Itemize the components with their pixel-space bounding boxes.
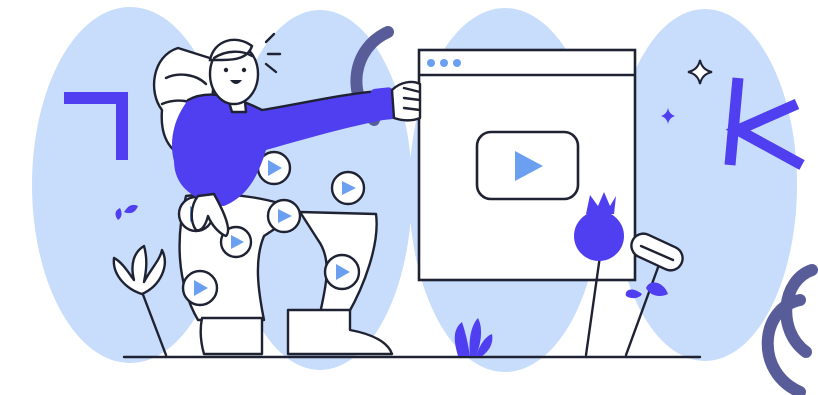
window-dot-3 [453, 59, 461, 67]
blob-4 [613, 9, 797, 361]
video-illustration [32, 7, 818, 395]
play-button-icon[interactable] [475, 130, 580, 201]
illustration-canvas [0, 0, 818, 395]
boot-left [199, 316, 264, 356]
window-dot-2 [440, 59, 448, 67]
background-blobs [32, 7, 797, 372]
window-dot-1 [427, 59, 435, 67]
